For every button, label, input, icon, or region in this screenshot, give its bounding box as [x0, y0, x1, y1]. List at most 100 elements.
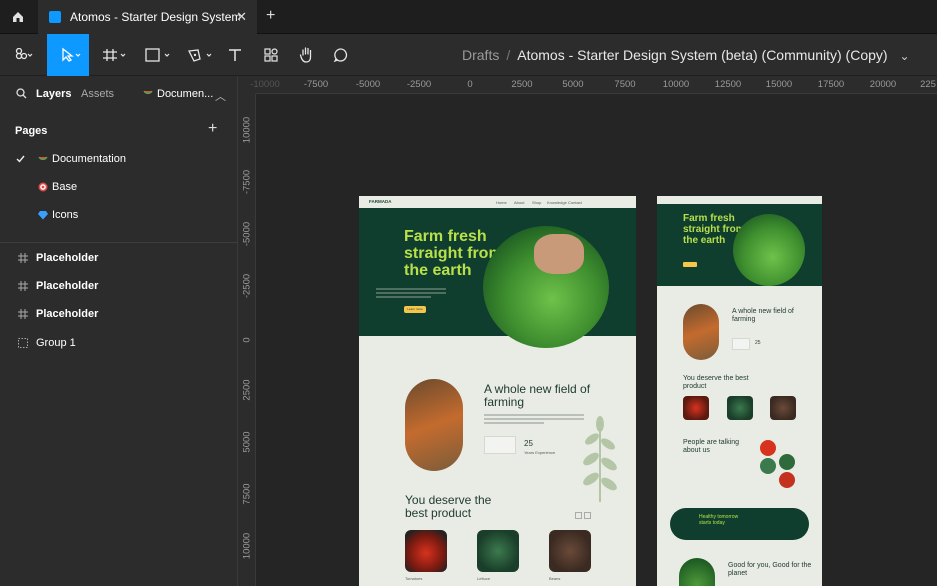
page-item-base[interactable]: Base — [0, 173, 238, 201]
hero-text-line — [376, 292, 446, 294]
canvas[interactable]: FARMADA Home About Shop Knowledge Contac… — [256, 94, 937, 586]
main-menu-button[interactable] — [8, 34, 40, 76]
rectangle-icon — [145, 48, 170, 62]
breadcrumb: Drafts / Atomos - Starter Design System (b… — [462, 47, 910, 63]
vertical-ruler: 10000 -7500 -5000 -2500 0 2500 5000 7500… — [238, 94, 256, 586]
tomatoes-image — [405, 530, 447, 572]
hand-icon — [299, 47, 312, 63]
ruler-label: 20000 — [869, 79, 897, 90]
ruler-label: 10000 — [241, 116, 253, 144]
ruler-label: -5000 — [355, 79, 381, 90]
frame-tool-button[interactable] — [98, 34, 130, 76]
nav-item: Contact — [568, 200, 582, 205]
section3-title: You deserve the best product — [405, 493, 492, 520]
ruler-label: -5000 — [241, 221, 253, 247]
layer-item-placeholder[interactable]: Placeholder — [0, 244, 238, 272]
nav-item: About — [514, 200, 525, 205]
nav-item: Home — [496, 200, 507, 205]
move-tool-button[interactable] — [47, 34, 89, 76]
breadcrumb-drafts[interactable]: Drafts — [462, 47, 499, 63]
nav-item: Knowledge — [547, 200, 567, 205]
mobile-nav-bar — [657, 196, 822, 204]
nav-bar: FARMADA Home About Shop Knowledge Contac… — [359, 196, 636, 208]
text-icon — [229, 49, 241, 61]
toolbar: Drafts / Atomos - Starter Design System (b… — [0, 34, 937, 76]
new-tab-button[interactable]: + — [266, 7, 275, 25]
desktop-frame[interactable]: FARMADA Home About Shop Knowledge Contac… — [359, 196, 636, 586]
current-page-select[interactable]: Documen... — [157, 88, 213, 100]
checkmark-icon — [16, 155, 25, 163]
comment-tool-button[interactable] — [330, 34, 352, 76]
file-tab[interactable]: Atomos - Starter Design System (b ✕ — [38, 0, 257, 34]
hand-tool-button[interactable] — [296, 34, 318, 76]
layer-item-placeholder[interactable]: Placeholder — [0, 300, 238, 328]
mobile-hero-image — [733, 214, 805, 286]
mobile-banner: Healthy tomorrow starts today — [670, 508, 809, 540]
mobile-lettuce-image — [727, 396, 753, 420]
ruler-label: 2500 — [511, 79, 533, 90]
ruler-label: -2500 — [406, 79, 432, 90]
mobile-section5-title: Good for you, Good for the planet — [728, 562, 812, 577]
cursor-icon — [62, 47, 81, 62]
ruler-label: 10000 — [662, 79, 690, 90]
leaf-decoration-icon — [583, 416, 617, 502]
beans-image — [549, 530, 591, 572]
page-item-documentation[interactable]: Documentation — [0, 145, 238, 173]
ruler-label: 17500 — [817, 79, 845, 90]
layer-item-group[interactable]: Group 1 — [0, 329, 238, 357]
mobile-tomatoes-image — [683, 396, 709, 420]
frame-icon — [18, 281, 28, 291]
layer-label: Group 1 — [36, 337, 76, 349]
collapse-pages-chevron-icon[interactable]: ︿ — [215, 88, 226, 104]
product-label: Tomatoes — [405, 576, 423, 581]
section2-text-line — [484, 422, 544, 424]
ruler-label: 0 — [241, 337, 253, 343]
ruler-label: -10000 — [250, 79, 280, 90]
panel-tabs: Layers Assets Documen... ︿ — [0, 76, 237, 112]
resources-button[interactable] — [260, 34, 282, 76]
mobile-beans-image — [770, 396, 796, 420]
close-tab-icon[interactable]: ✕ — [236, 9, 247, 25]
watermelon-icon — [143, 88, 153, 101]
group-icon — [18, 338, 28, 348]
pen-tool-button[interactable] — [183, 34, 217, 76]
ruler-label: 2500 — [241, 379, 253, 401]
home-button[interactable] — [0, 0, 36, 34]
hero-button: Learn more — [404, 306, 426, 313]
page-item-icons[interactable]: Icons — [0, 201, 238, 229]
ruler-label: 225 — [920, 79, 936, 90]
frame-icon — [18, 309, 28, 319]
mobile-stat-value: 25 — [755, 340, 761, 346]
text-tool-button[interactable] — [224, 34, 246, 76]
stat-value: 25 — [524, 439, 533, 448]
hero-image-hands — [534, 234, 584, 274]
ruler-label: 5000 — [241, 431, 253, 453]
product-label: Lettuce — [477, 576, 491, 581]
search-icon[interactable] — [16, 88, 27, 99]
hero-text-line — [376, 288, 446, 290]
page-item-label: Icons — [52, 209, 79, 221]
layer-label: Placeholder — [36, 280, 99, 292]
section2-text-line — [484, 418, 584, 420]
nav-item: Shop — [532, 200, 542, 205]
ruler-label: 12500 — [714, 79, 742, 90]
file-tab-title: Atomos - Starter Design System (b — [70, 10, 240, 24]
shape-tool-button[interactable] — [140, 34, 174, 76]
mobile-testimonial-image — [760, 458, 776, 474]
hero-section: FARMADA Home About Shop Knowledge Contac… — [359, 196, 636, 348]
ruler-label: -7500 — [241, 169, 253, 195]
mobile-section2-title: A whole new field of farming — [732, 308, 794, 323]
file-menu-chevron-icon[interactable]: ⌄ — [899, 49, 909, 63]
breadcrumb-separator: / — [506, 47, 511, 63]
stat-label: Years Experience — [524, 450, 556, 455]
layer-item-placeholder[interactable]: Placeholder — [0, 272, 238, 300]
file-name[interactable]: Atomos - Starter Design System (beta) (C… — [517, 47, 887, 63]
pages-heading: Pages — [15, 125, 48, 137]
mobile-testimonial-image — [779, 454, 795, 470]
tab-layers[interactable]: Layers — [36, 88, 71, 100]
tab-assets[interactable]: Assets — [81, 88, 114, 100]
lettuce-image — [477, 530, 519, 572]
add-page-button[interactable]: + — [208, 120, 217, 138]
page-item-label: Base — [52, 181, 78, 193]
mobile-frame[interactable]: Farm fresh straight from the earth A who… — [657, 196, 822, 586]
